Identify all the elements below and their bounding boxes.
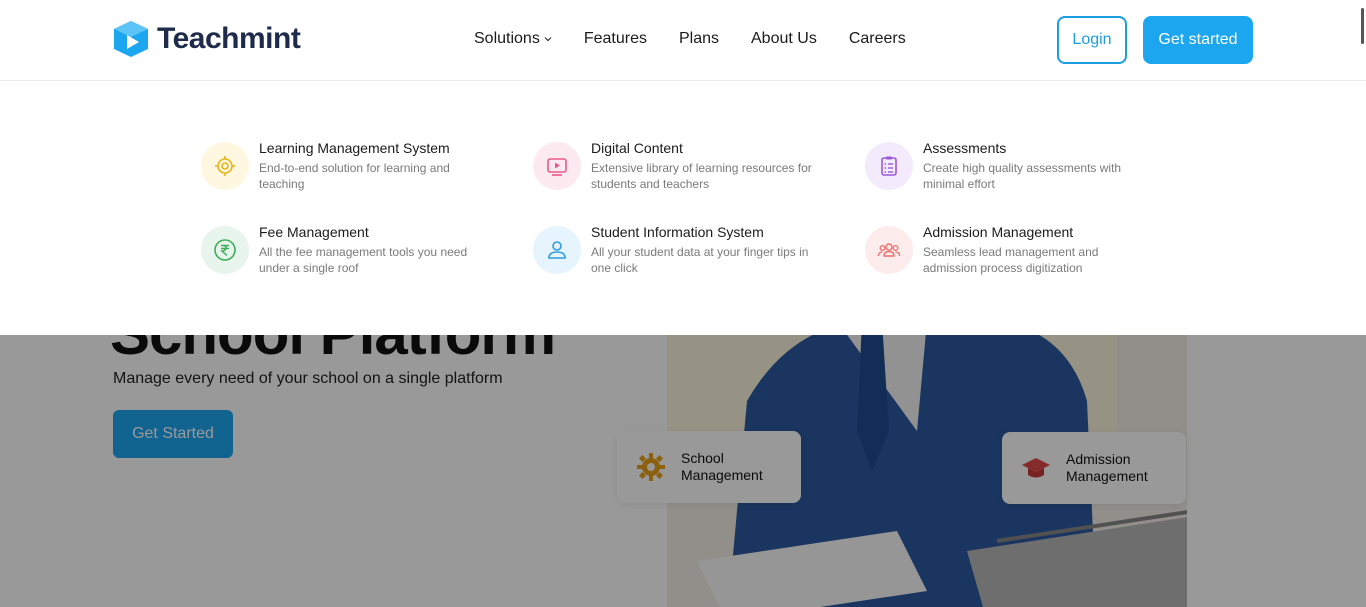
solution-description: All your student data at your finger tip… <box>591 245 809 275</box>
solution-description: Extensive library of learning resources … <box>591 161 812 191</box>
solution-title: Fee Management <box>259 224 369 240</box>
solution-description: Create high quality assessments with min… <box>923 161 1122 191</box>
nav-solutions-label: Solutions <box>474 30 540 47</box>
gear-icon <box>201 142 249 190</box>
solution-title: Learning Management System <box>259 140 450 156</box>
solution-item-assessments[interactable]: Assessments Create high quality assessme… <box>865 140 1155 192</box>
solution-description: All the fee management tools you need un… <box>259 245 468 275</box>
main-nav: Solutions Features Plans About Us Career… <box>474 30 906 48</box>
solution-item-digital-content[interactable]: Digital Content Extensive library of lea… <box>533 140 823 192</box>
get-started-button[interactable]: Get started <box>1143 16 1253 64</box>
solution-title: Admission Management <box>923 224 1074 240</box>
user-icon <box>533 226 581 274</box>
site-header: Teachmint Solutions Features Plans About… <box>0 0 1366 81</box>
solution-title: Student Information System <box>591 224 764 240</box>
rupee-icon <box>201 226 249 274</box>
nav-features[interactable]: Features <box>584 30 647 48</box>
chevron-down-icon <box>544 37 552 42</box>
solutions-dropdown: Learning Management System End-to-end so… <box>0 81 1366 335</box>
solution-item-admission-management[interactable]: Admission Management Seamless lead manag… <box>865 224 1155 276</box>
solution-item-sis[interactable]: Student Information System All your stud… <box>533 224 823 276</box>
nav-solutions[interactable]: Solutions <box>474 30 552 48</box>
teachmint-logo-icon <box>114 21 148 57</box>
logo-text: Teachmint <box>157 22 301 55</box>
login-button[interactable]: Login <box>1057 16 1127 64</box>
solution-description: End-to-end solution for learning and tea… <box>259 161 450 191</box>
nav-careers[interactable]: Careers <box>849 30 906 48</box>
clipboard-icon <box>865 142 913 190</box>
nav-about[interactable]: About Us <box>751 30 817 48</box>
people-icon <box>865 226 913 274</box>
solution-title: Assessments <box>923 140 1007 156</box>
solution-description: Seamless lead management and admission p… <box>923 245 1099 275</box>
nav-plans[interactable]: Plans <box>679 30 719 48</box>
solution-title: Digital Content <box>591 140 683 156</box>
solution-item-fee-management[interactable]: Fee Management All the fee management to… <box>201 224 491 276</box>
logo[interactable]: Teachmint <box>113 20 301 58</box>
solution-item-lms[interactable]: Learning Management System End-to-end so… <box>201 140 491 192</box>
scrollbar[interactable] <box>1361 8 1364 44</box>
video-play-icon <box>533 142 581 190</box>
